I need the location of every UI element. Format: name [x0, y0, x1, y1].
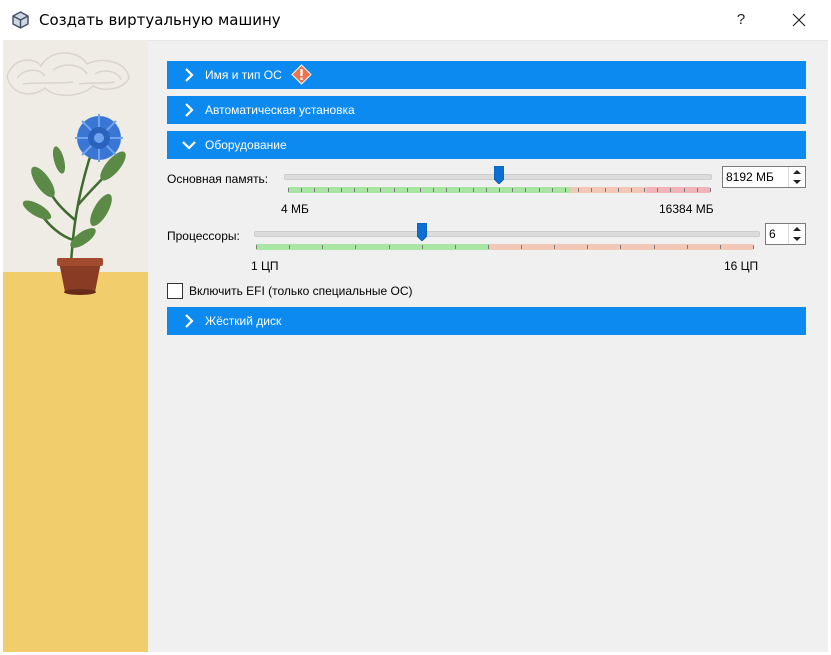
slider-tick: [485, 188, 487, 192]
spin-up-icon[interactable]: [789, 224, 805, 234]
slider-tick: [322, 245, 324, 249]
memory-spin-arrows: [788, 167, 805, 187]
efi-checkbox-label[interactable]: Включить EFI (только специальные ОС): [189, 284, 413, 298]
slider-tick: [657, 188, 659, 192]
cpu-min-label: 1 ЦП: [251, 259, 279, 273]
slider-tick: [388, 245, 390, 249]
slider-tick: [301, 188, 303, 192]
section-disk-label: Жёсткий диск: [205, 314, 282, 328]
chevron-right-icon: [185, 314, 194, 328]
slider-tick: [288, 188, 289, 192]
title-bar: Создать виртуальную машину ?: [0, 0, 831, 41]
slider-tick: [314, 188, 316, 192]
memory-ticks: [288, 188, 711, 192]
slider-tick: [353, 188, 355, 192]
slider-tick: [554, 245, 556, 249]
blue-flower: [75, 114, 123, 162]
memory-slider[interactable]: [280, 166, 716, 196]
slider-tick: [696, 188, 698, 192]
cpu-slider-thumb[interactable]: [416, 223, 427, 241]
section-name-os-label: Имя и тип ОС: [205, 68, 282, 82]
slider-tick: [578, 188, 580, 192]
slider-tick: [367, 188, 369, 192]
window-title: Создать виртуальную машину: [39, 11, 281, 29]
spin-down-icon[interactable]: [789, 234, 805, 244]
cpu-spin-arrows: [788, 224, 805, 244]
slider-tick: [538, 188, 540, 192]
slider-tick: [620, 245, 622, 249]
slider-tick: [604, 188, 606, 192]
section-hardware-label: Оборудование: [205, 138, 287, 152]
slider-tick: [433, 188, 435, 192]
slider-tick: [327, 188, 329, 192]
cpu-label: Процессоры:: [167, 229, 240, 243]
flower-pot-illustration: [3, 40, 148, 652]
efi-checkbox[interactable]: [167, 283, 183, 299]
slider-tick: [256, 245, 257, 249]
slider-tick: [521, 245, 523, 249]
slider-tick: [487, 245, 489, 249]
chevron-right-icon: [185, 68, 194, 82]
slider-tick: [421, 245, 423, 249]
chevron-right-icon: [185, 103, 194, 117]
cpu-spinbox[interactable]: 6: [765, 223, 806, 245]
slider-tick: [564, 188, 566, 192]
slider-tick: [355, 245, 357, 249]
section-unattended[interactable]: Автоматическая установка: [167, 96, 806, 124]
slider-tick: [587, 245, 589, 249]
cpu-slider-track: [254, 231, 760, 237]
slider-tick: [719, 245, 721, 249]
memory-value[interactable]: 8192 МБ: [726, 170, 774, 184]
cpu-ticks: [256, 245, 754, 249]
slider-tick: [683, 188, 685, 192]
memory-spinbox[interactable]: 8192 МБ: [722, 166, 806, 188]
cpu-slider[interactable]: [250, 223, 760, 253]
cpu-max-label: 16 ЦП: [724, 259, 759, 273]
memory-min-label: 4 МБ: [281, 202, 309, 216]
spin-down-icon[interactable]: [789, 177, 805, 187]
slider-tick: [380, 188, 382, 192]
virtualbox-icon: [12, 11, 29, 29]
slider-tick: [406, 188, 408, 192]
help-button[interactable]: ?: [722, 4, 760, 36]
slider-tick: [753, 245, 754, 249]
slider-tick: [630, 188, 632, 192]
slider-tick: [454, 245, 456, 249]
warning-icon: [291, 64, 312, 85]
cpu-value[interactable]: 6: [769, 227, 776, 241]
section-unattended-label: Автоматическая установка: [205, 103, 355, 117]
section-hardware[interactable]: Оборудование: [167, 131, 806, 159]
memory-label: Основная память:: [167, 172, 269, 186]
slider-tick: [446, 188, 448, 192]
slider-tick: [591, 188, 593, 192]
slider-tick: [644, 188, 646, 192]
slider-tick: [525, 188, 527, 192]
slider-tick: [653, 245, 655, 249]
slider-tick: [393, 188, 395, 192]
slider-tick: [670, 188, 672, 192]
section-disk[interactable]: Жёсткий диск: [167, 307, 806, 335]
close-icon[interactable]: [779, 4, 819, 36]
slider-tick: [340, 188, 342, 192]
slider-tick: [686, 245, 688, 249]
slider-tick: [419, 188, 421, 192]
slider-tick: [710, 188, 711, 192]
slider-tick: [459, 188, 461, 192]
memory-slider-thumb[interactable]: [493, 166, 504, 184]
slider-tick: [617, 188, 619, 192]
slider-tick: [551, 188, 553, 192]
memory-max-label: 16384 МБ: [659, 202, 714, 216]
slider-tick: [512, 188, 514, 192]
wizard-illustration: [3, 40, 148, 652]
chevron-down-icon: [182, 141, 196, 150]
spin-up-icon[interactable]: [789, 167, 805, 177]
section-name-os[interactable]: Имя и тип ОС: [167, 61, 806, 89]
slider-tick: [472, 188, 474, 192]
slider-tick: [289, 245, 291, 249]
slider-tick: [499, 188, 500, 192]
